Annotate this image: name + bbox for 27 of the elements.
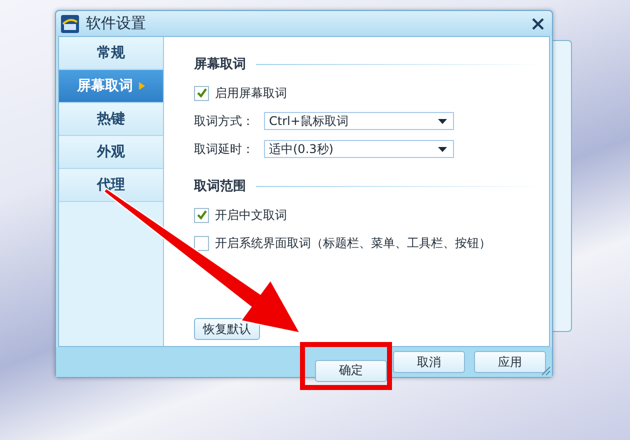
section-title: 屏幕取词 [194, 56, 246, 73]
checkbox[interactable] [194, 236, 209, 250]
resize-grip-icon[interactable] [541, 366, 551, 376]
sidebar-tab[interactable]: 常规 [59, 37, 163, 70]
dialog-button[interactable]: 应用 [474, 351, 546, 373]
sidebar-tab[interactable]: 热键 [59, 103, 163, 136]
dialog-button[interactable]: 确定 [315, 360, 387, 382]
app-icon [60, 14, 80, 34]
section-title: 取词范围 [194, 178, 246, 195]
field-label: 取词方式： [194, 112, 255, 130]
dropdown[interactable]: 适中(0.3秒) [264, 140, 454, 158]
checkbox-label: 启用屏幕取词 [215, 84, 287, 102]
reset-button[interactable]: 恢复默认 [194, 318, 260, 340]
sidebar-tab[interactable]: 外观 [59, 136, 163, 169]
window-title: 软件设置 [86, 14, 146, 33]
field-label: 取词延时： [194, 140, 255, 158]
dropdown[interactable]: Ctrl+鼠标取词 [264, 112, 454, 130]
checkbox[interactable] [194, 86, 209, 100]
dialog-button[interactable]: 取消 [393, 351, 465, 373]
caret-icon [139, 82, 145, 90]
dropdown-arrow-icon [438, 146, 447, 152]
checkbox-label: 开启系统界面取词（标题栏、菜单、工具栏、按钮） [215, 234, 491, 252]
close-icon[interactable] [532, 18, 544, 30]
checkbox[interactable] [194, 208, 209, 222]
checkbox-label: 开启中文取词 [215, 206, 287, 224]
dropdown-arrow-icon [438, 118, 447, 124]
sidebar-tab[interactable]: 代理 [59, 169, 163, 202]
